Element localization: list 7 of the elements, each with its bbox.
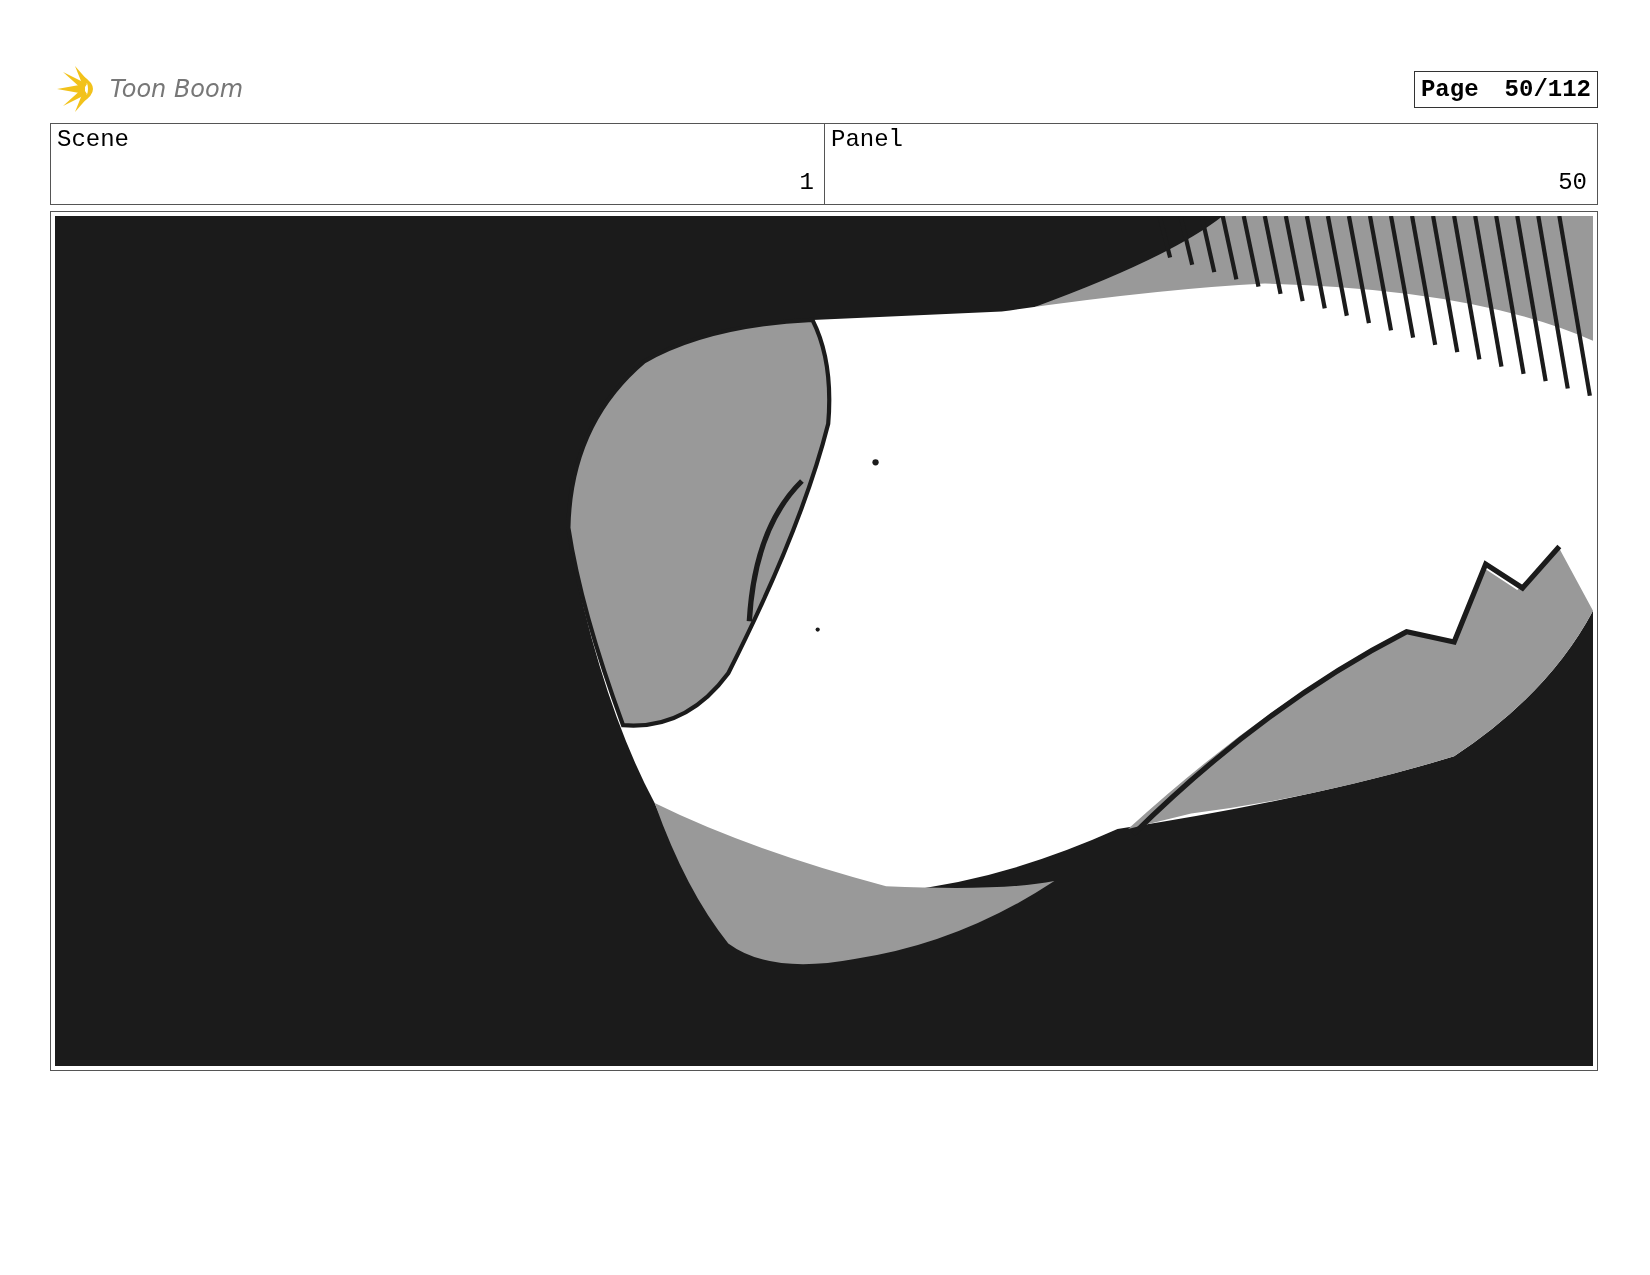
field-value: 1 (799, 169, 814, 196)
field-label: Scene (57, 126, 129, 153)
page-number: 50/112 (1504, 75, 1591, 103)
page-label: Page (1420, 75, 1479, 103)
field-value: 50 (1558, 169, 1587, 196)
logo-text: Toon Boom (110, 75, 244, 103)
field-label: Panel (831, 126, 903, 153)
